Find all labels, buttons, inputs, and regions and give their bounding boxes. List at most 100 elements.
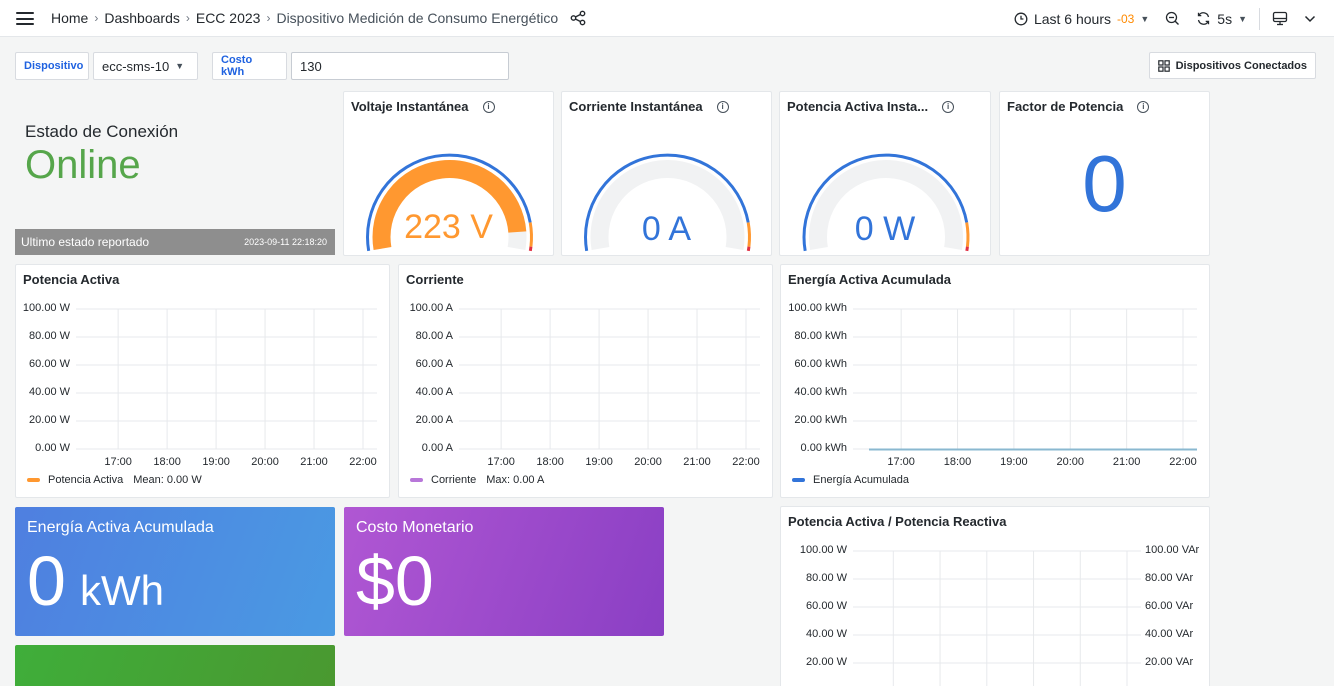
y-tick-label: 20.00 W [29, 414, 70, 426]
cost-value: $0 [356, 542, 434, 620]
energy-unit: kWh [79, 567, 164, 614]
y-tick-label: 40.00 kWh [794, 386, 847, 398]
expand-chevron-button[interactable] [1296, 0, 1334, 37]
legend-series-name: Potencia Activa [48, 474, 124, 486]
breadcrumb-home[interactable]: Home [51, 10, 88, 26]
y-tick-label: 100.00 A [409, 302, 453, 314]
connected-devices-label: Dispositivos Conectados [1175, 59, 1307, 72]
connection-status-panel: Estado de Conexión Online Ultimo estado … [15, 91, 335, 256]
panel-title: Factor de Potencia [1007, 99, 1124, 114]
y-tick-label: 40.00 W [806, 628, 847, 640]
top-navbar: Home › Dashboards › ECC 2023 › Dispositi… [0, 0, 1334, 37]
refresh-icon [1198, 12, 1210, 25]
chevron-down-icon [1304, 15, 1316, 22]
timezone-offset: -03 [1117, 11, 1135, 26]
y-tick-label: 20.00 W [806, 656, 847, 668]
menu-icon[interactable] [16, 12, 34, 25]
device-select[interactable]: ecc-sms-10 ▼ [93, 52, 198, 80]
x-tick-label: 17:00 [887, 456, 915, 468]
y-tick-label: 100.00 W [799, 544, 847, 556]
y-tick-label: 40.00 W [29, 386, 70, 398]
x-tick-label: 22:00 [1169, 456, 1197, 468]
current-gauge-value: 0 A [641, 210, 692, 248]
x-tick-label: 20:00 [1056, 456, 1085, 468]
status-footer-time: 2023-09-11 22:18:20 [244, 237, 327, 247]
y-tick-label: 0.00 A [421, 442, 453, 454]
y-tick-label: 80.00 W [806, 572, 847, 584]
power-factor-panel: Factor de Potencia i 0 [999, 91, 1210, 256]
legend-series-name: Corriente [431, 474, 477, 486]
energy-stat-tile: Energía Activa Acumulada 0 kWh [15, 507, 335, 636]
x-tick-label: 18:00 [943, 456, 972, 468]
legend-swatch [27, 478, 40, 482]
y-right-tick-label: 20.00 VAr [1145, 656, 1194, 668]
page-title: Dispositivo Medición de Consumo Energéti… [276, 10, 559, 26]
zoom-out-button[interactable] [1157, 0, 1188, 37]
share-icon[interactable] [570, 10, 586, 26]
x-tick-label: 18:00 [536, 456, 564, 468]
chevron-down-icon: ▼ [175, 61, 185, 71]
y-tick-label: 100.00 W [22, 302, 70, 314]
energy-value: 0 [27, 542, 66, 620]
status-footer: Ultimo estado reportado 2023-09-11 22:18… [15, 229, 335, 255]
refresh-button[interactable]: 5s ▼ [1188, 0, 1255, 37]
info-icon[interactable]: i [1137, 100, 1150, 113]
legend-swatch [792, 478, 805, 482]
chart-legend[interactable]: Potencia Activa Mean: 0.00 W [27, 474, 202, 486]
y-tick-label: 100.00 kWh [788, 302, 847, 314]
y-tick-label: 0.00 W [35, 442, 70, 454]
refresh-interval: 5s [1217, 10, 1233, 27]
tile-title: Costo Monetario [356, 519, 474, 536]
breadcrumb-separator-icon: › [94, 11, 99, 25]
breadcrumb-separator-icon: › [185, 11, 190, 25]
tv-mode-button[interactable] [1264, 0, 1296, 37]
y-tick-label: 60.00 kWh [794, 358, 847, 370]
x-tick-label: 20:00 [634, 456, 662, 468]
bottom-stat-tile [15, 645, 335, 686]
chart-legend[interactable]: Energía Acumulada [792, 474, 909, 486]
time-range-label: Last 6 hours [1033, 10, 1112, 27]
connected-devices-button[interactable]: Dispositivos Conectados [1148, 52, 1316, 79]
power-gauge-value: 0 W [854, 210, 916, 248]
time-range-picker[interactable]: Last 6 hours -03 ▼ [1006, 0, 1157, 37]
power-gauge-panel: Potencia Activa Insta... i 0 W [779, 91, 991, 256]
toolbar-divider [1259, 7, 1260, 30]
x-tick-label: 19:00 [1000, 456, 1028, 468]
tile-title: Energía Activa Acumulada [27, 519, 214, 536]
breadcrumb-folder[interactable]: ECC 2023 [196, 10, 261, 26]
voltage-gauge-value: 223 V [404, 208, 493, 246]
chart-legend[interactable]: Corriente Max: 0.00 A [410, 474, 544, 486]
x-tick-label: 17:00 [104, 456, 132, 468]
device-select-value: ecc-sms-10 [102, 58, 170, 74]
y-tick-label: 60.00 W [29, 358, 70, 370]
y-tick-label: 80.00 A [415, 330, 453, 342]
y-tick-label: 0.00 kWh [800, 442, 847, 454]
current-chart-panel: Corriente 100.00 A 80.00 A 60.00 A 40.00 A 2… [398, 264, 773, 498]
legend-stat: Max: 0.00 A [486, 474, 545, 486]
energy-chart-panel: Energía Activa Acumulada 100.00 kWh 80.00… [780, 264, 1210, 498]
x-tick-label: 21:00 [1112, 456, 1141, 468]
breadcrumb-dashboards[interactable]: Dashboards [104, 10, 180, 26]
power-factor-value: 0 [1082, 139, 1127, 228]
x-tick-label: 21:00 [300, 456, 328, 468]
active-reactive-chart-panel: Potencia Activa / Potencia Reactiva 100.… [780, 506, 1210, 686]
cost-stat-tile: Costo Monetario $0 [344, 507, 664, 636]
y-tick-label: 60.00 W [806, 600, 847, 612]
chevron-down-icon: ▼ [1238, 13, 1247, 24]
grid-icon [1157, 59, 1170, 72]
y-tick-label: 80.00 W [29, 330, 70, 342]
y-tick-label: 40.00 A [415, 386, 453, 398]
y-tick-label: 60.00 A [415, 358, 453, 370]
breadcrumb: Home › Dashboards › ECC 2023 › Dispositi… [51, 10, 586, 26]
x-tick-label: 21:00 [683, 456, 711, 468]
current-gauge-panel: Corriente Instantánea i 0 A [561, 91, 772, 256]
legend-swatch [410, 478, 423, 482]
y-right-tick-label: 100.00 VAr [1145, 544, 1200, 556]
cost-kwh-input[interactable] [291, 52, 509, 80]
voltage-gauge-panel: Voltaje Instantánea i 223 V [343, 91, 554, 256]
status-footer-label: Ultimo estado reportado [21, 235, 150, 249]
clock-icon [1014, 12, 1028, 25]
legend-series-name: Energía Acumulada [813, 474, 910, 486]
x-tick-label: 22:00 [349, 456, 377, 468]
x-tick-label: 19:00 [585, 456, 613, 468]
